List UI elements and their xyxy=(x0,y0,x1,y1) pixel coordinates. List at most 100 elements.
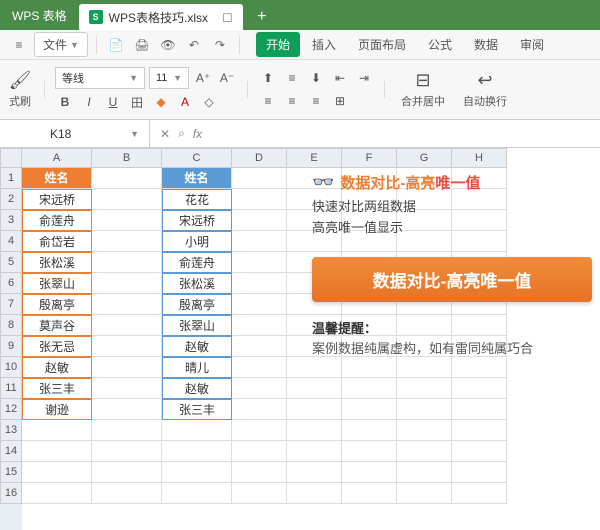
cell[interactable]: 张无忌 xyxy=(22,336,92,357)
cell[interactable]: 花花 xyxy=(162,189,232,210)
fx-label[interactable]: fx xyxy=(193,127,202,141)
column-header[interactable]: B xyxy=(92,148,162,168)
cell[interactable] xyxy=(232,399,287,420)
cell[interactable]: 晴儿 xyxy=(162,357,232,378)
cell[interactable] xyxy=(232,336,287,357)
cell[interactable] xyxy=(452,399,507,420)
cell[interactable]: 殷离亭 xyxy=(162,294,232,315)
cell[interactable] xyxy=(22,420,92,441)
cell[interactable] xyxy=(162,441,232,462)
cell[interactable] xyxy=(232,231,287,252)
cell[interactable] xyxy=(397,441,452,462)
cell[interactable] xyxy=(287,483,342,504)
align-right-icon[interactable]: ≡ xyxy=(306,91,326,111)
cell[interactable] xyxy=(287,420,342,441)
cell[interactable] xyxy=(287,441,342,462)
column-header[interactable]: D xyxy=(232,148,287,168)
cell[interactable] xyxy=(232,441,287,462)
cell[interactable] xyxy=(22,462,92,483)
cell[interactable] xyxy=(92,168,162,189)
cell[interactable] xyxy=(452,420,507,441)
font-color-button[interactable]: A xyxy=(175,92,195,112)
font-size-selector[interactable]: 11▼ xyxy=(149,67,189,89)
cell[interactable] xyxy=(452,483,507,504)
indent-left-icon[interactable]: ⇤ xyxy=(330,68,350,88)
tab-layout[interactable]: 页面布局 xyxy=(348,32,416,57)
column-header[interactable]: A xyxy=(22,148,92,168)
cell[interactable]: 俞莲舟 xyxy=(162,252,232,273)
cell[interactable] xyxy=(92,441,162,462)
column-header[interactable]: H xyxy=(452,148,507,168)
cell[interactable] xyxy=(92,189,162,210)
align-left-icon[interactable]: ≡ xyxy=(258,91,278,111)
cell[interactable] xyxy=(92,462,162,483)
cell[interactable] xyxy=(232,462,287,483)
italic-button[interactable]: I xyxy=(79,92,99,112)
row-header[interactable]: 13 xyxy=(0,420,22,441)
cell[interactable] xyxy=(397,357,452,378)
wrap-text-button[interactable]: ↩ 自动换行 xyxy=(457,68,513,111)
cell[interactable] xyxy=(22,441,92,462)
cell[interactable] xyxy=(232,189,287,210)
cell[interactable]: 张翠山 xyxy=(22,273,92,294)
cell[interactable] xyxy=(92,336,162,357)
row-header[interactable]: 6 xyxy=(0,273,22,294)
cell[interactable] xyxy=(397,378,452,399)
cell[interactable] xyxy=(452,378,507,399)
cell[interactable] xyxy=(92,252,162,273)
cell[interactable]: 张三丰 xyxy=(162,399,232,420)
cell[interactable] xyxy=(452,357,507,378)
cell[interactable] xyxy=(342,483,397,504)
cell[interactable] xyxy=(92,231,162,252)
align-top-icon[interactable]: ⬆ xyxy=(258,68,278,88)
column-header[interactable]: G xyxy=(397,148,452,168)
select-all-corner[interactable] xyxy=(0,148,22,168)
cancel-icon[interactable]: ✕ xyxy=(160,127,170,141)
cell[interactable] xyxy=(232,294,287,315)
tab-formula[interactable]: 公式 xyxy=(418,32,462,57)
cell[interactable] xyxy=(232,357,287,378)
redo-icon[interactable]: ↷ xyxy=(209,34,231,56)
cell[interactable] xyxy=(22,483,92,504)
cell[interactable] xyxy=(452,462,507,483)
row-header[interactable]: 2 xyxy=(0,189,22,210)
new-tab-button[interactable]: + xyxy=(247,4,277,30)
search-icon[interactable]: ⌕ xyxy=(178,126,185,141)
cell[interactable] xyxy=(342,420,397,441)
cell[interactable] xyxy=(92,315,162,336)
cell[interactable] xyxy=(452,441,507,462)
cell[interactable] xyxy=(397,462,452,483)
align-center-icon[interactable]: ≡ xyxy=(282,91,302,111)
merge-center-button[interactable]: ⊟ 合并居中 xyxy=(395,68,451,111)
cell[interactable] xyxy=(232,315,287,336)
column-header[interactable]: F xyxy=(342,148,397,168)
cell[interactable] xyxy=(287,357,342,378)
underline-button[interactable]: U xyxy=(103,92,123,112)
hamburger-icon[interactable]: ≡ xyxy=(8,34,30,56)
cell-reference[interactable]: K18▼ xyxy=(40,120,150,147)
save-icon[interactable]: 📄 xyxy=(105,34,127,56)
cell[interactable] xyxy=(342,399,397,420)
cell[interactable]: 俞莲舟 xyxy=(22,210,92,231)
cell[interactable] xyxy=(287,399,342,420)
cell[interactable]: 张三丰 xyxy=(22,378,92,399)
row-header[interactable]: 3 xyxy=(0,210,22,231)
cell[interactable]: 姓名 xyxy=(22,168,92,189)
cell[interactable]: 小明 xyxy=(162,231,232,252)
cell[interactable] xyxy=(342,462,397,483)
align-middle-icon[interactable]: ≡ xyxy=(282,68,302,88)
cell[interactable]: 俞岱岩 xyxy=(22,231,92,252)
row-header[interactable]: 8 xyxy=(0,315,22,336)
cell[interactable] xyxy=(342,441,397,462)
cell[interactable]: 赵敏 xyxy=(162,378,232,399)
cell[interactable]: 赵敏 xyxy=(162,336,232,357)
cell[interactable] xyxy=(232,168,287,189)
cell[interactable] xyxy=(232,273,287,294)
row-header[interactable]: 9 xyxy=(0,336,22,357)
row-header[interactable]: 12 xyxy=(0,399,22,420)
cell[interactable] xyxy=(232,420,287,441)
decrease-font-icon[interactable]: A⁻ xyxy=(217,68,237,88)
bold-button[interactable]: B xyxy=(55,92,75,112)
border-button[interactable]: 田 xyxy=(127,92,147,112)
row-header[interactable]: 4 xyxy=(0,231,22,252)
